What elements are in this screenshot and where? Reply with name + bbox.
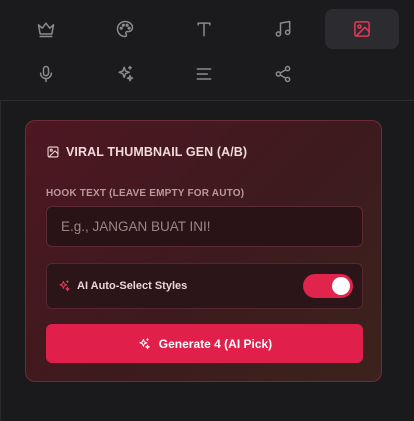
tool-music[interactable]	[246, 9, 320, 49]
music-icon	[275, 20, 291, 37]
sparkles-icon	[59, 280, 70, 292]
align-left-icon	[196, 68, 212, 80]
toolbar-divider	[0, 100, 414, 101]
sparkles-icon	[118, 65, 134, 82]
share-icon	[275, 65, 291, 83]
hook-text-input[interactable]	[46, 206, 363, 247]
tool-share[interactable]	[246, 54, 320, 94]
hook-text-label: HOOK TEXT (LEAVE EMPTY FOR AUTO)	[46, 188, 245, 199]
auto-select-toggle[interactable]	[303, 274, 353, 298]
microphone-icon	[39, 65, 53, 83]
generate-button-label: Generate 4 (AI Pick)	[158, 336, 273, 351]
palette-icon	[116, 20, 134, 38]
tool-image[interactable]	[325, 9, 399, 49]
auto-select-label: AI Auto-Select Styles	[57, 264, 187, 308]
auto-select-row: AI Auto-Select Styles	[46, 263, 363, 309]
thumbnail-gen-panel: VIRAL THUMBNAIL GEN (A/B) HOOK TEXT (LEA…	[25, 120, 382, 382]
tool-crown[interactable]	[9, 9, 83, 49]
auto-select-text: AI Auto-Select Styles	[77, 280, 188, 292]
image-icon	[47, 146, 59, 158]
tool-align[interactable]	[167, 54, 241, 94]
image-icon	[354, 21, 370, 37]
tool-text[interactable]	[167, 9, 241, 49]
sparkles-icon	[139, 337, 150, 349]
toggle-knob	[332, 277, 350, 295]
tool-toolbar	[0, 0, 414, 100]
generate-button[interactable]: Generate 4 (AI Pick)	[46, 324, 363, 363]
tool-microphone[interactable]	[9, 54, 83, 94]
panel-title: VIRAL THUMBNAIL GEN (A/B)	[46, 145, 247, 159]
panel-edge	[0, 101, 1, 421]
crown-icon	[37, 22, 55, 38]
text-icon	[197, 22, 211, 37]
tool-sparkles[interactable]	[88, 54, 162, 94]
tool-palette[interactable]	[88, 9, 162, 49]
panel-title-text: VIRAL THUMBNAIL GEN (A/B)	[66, 145, 248, 159]
